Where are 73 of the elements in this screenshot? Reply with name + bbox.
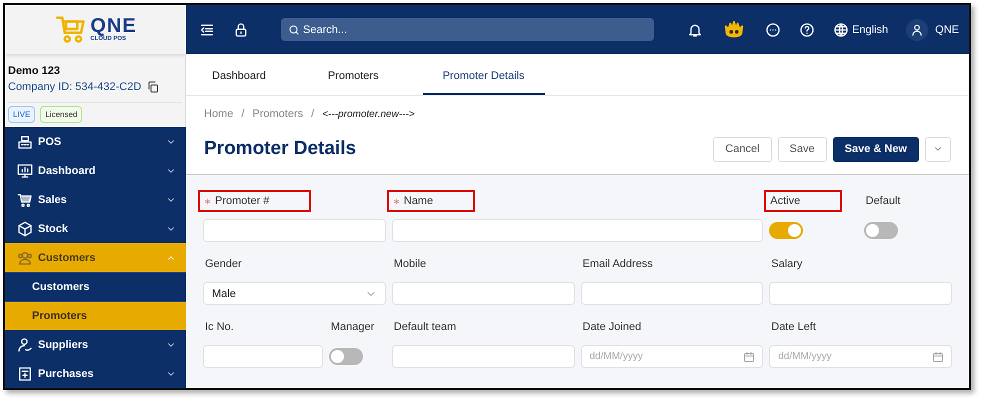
- input-field[interactable]: [392, 345, 574, 368]
- cube-icon: [17, 220, 33, 236]
- field-label: Date Left: [770, 320, 817, 335]
- input-field[interactable]: [203, 219, 386, 242]
- breadcrumb-current: <---promoter.new--->: [322, 108, 415, 120]
- tab[interactable]: Promoter Details: [422, 59, 544, 95]
- breadcrumb-link[interactable]: Promoters: [252, 108, 304, 120]
- people-icon: [17, 250, 33, 266]
- cart-icon: [17, 192, 33, 208]
- user-button[interactable]: QNE: [906, 18, 959, 40]
- input-field[interactable]: [203, 345, 323, 368]
- user-icon: [910, 22, 924, 36]
- default-button[interactable]: Save: [778, 136, 827, 162]
- toggle-switch[interactable]: [769, 222, 804, 239]
- save-new-button[interactable]: Save & New: [832, 136, 919, 162]
- help-icon[interactable]: [799, 22, 816, 38]
- sidebar-item[interactable]: Suppliers: [5, 330, 186, 359]
- globe-icon: [833, 22, 850, 38]
- sidebar-subitem[interactable]: Promoters: [5, 301, 186, 330]
- field-label: Ic No.: [204, 320, 235, 335]
- bell-icon[interactable]: [687, 22, 704, 38]
- sidebar-item[interactable]: Stock: [5, 214, 186, 243]
- input-field[interactable]: [392, 219, 764, 242]
- monitor-icon: [17, 162, 33, 178]
- menu-collapse-icon[interactable]: [199, 22, 215, 38]
- language-button[interactable]: English: [833, 22, 888, 38]
- tab[interactable]: Promoters: [310, 59, 397, 95]
- field-label: Default: [864, 194, 902, 209]
- date-field[interactable]: dd/MM/yyyy: [580, 345, 764, 368]
- input-field[interactable]: [392, 282, 574, 305]
- date-field[interactable]: dd/MM/yyyy: [769, 345, 952, 368]
- person-icon: [17, 336, 33, 352]
- breadcrumb-separator: /: [241, 108, 244, 120]
- sidebar-item[interactable]: Sales: [5, 185, 186, 214]
- search-icon: [288, 24, 300, 36]
- field-label: Mobile: [392, 257, 428, 272]
- field-label: Date Joined: [582, 320, 642, 335]
- field-label: Active: [764, 190, 842, 212]
- calendar-icon: [932, 351, 944, 363]
- sidebar-item[interactable]: Dashboard: [5, 156, 186, 185]
- toggle-switch[interactable]: [864, 222, 898, 239]
- copy-icon[interactable]: [147, 80, 160, 93]
- gender-select[interactable]: Male: [203, 282, 386, 305]
- cash-register-icon: [17, 134, 33, 150]
- field-label: Gender: [204, 257, 243, 272]
- sidebar-item[interactable]: POS: [5, 127, 186, 156]
- field-label: Salary: [770, 257, 804, 272]
- field-label: Manager: [330, 320, 376, 335]
- breadcrumb-separator: /: [311, 108, 314, 120]
- breadcrumb-link[interactable]: Home: [204, 108, 234, 120]
- input-field[interactable]: [769, 282, 952, 305]
- field-label: Promoter #: [198, 190, 312, 212]
- more-button[interactable]: [925, 136, 951, 162]
- field-label: Name: [386, 190, 476, 212]
- chat-icon[interactable]: [765, 22, 782, 38]
- company-name: Demo 123: [8, 64, 61, 77]
- page-title: Promoter Details: [204, 138, 356, 160]
- calendar-icon: [743, 351, 756, 363]
- sidebar-item[interactable]: Purchases: [5, 359, 186, 388]
- input-field[interactable]: [580, 282, 764, 305]
- company-id: Company ID: 534-432-C2D: [8, 80, 142, 93]
- default-button[interactable]: Cancel: [713, 136, 772, 162]
- search-field[interactable]: Search...: [281, 18, 654, 41]
- document-icon: [17, 366, 33, 382]
- field-label: Email Address: [582, 257, 654, 272]
- lock-icon[interactable]: [233, 22, 249, 38]
- field-label: Default team: [392, 320, 458, 335]
- sidebar-item[interactable]: Customers: [5, 243, 186, 272]
- status-badge: Licensed: [40, 106, 82, 123]
- logo-title: QNE: [90, 16, 137, 36]
- tab[interactable]: Dashboard: [194, 59, 284, 95]
- toggle-switch[interactable]: [328, 348, 363, 365]
- status-badge: LIVE: [8, 106, 36, 123]
